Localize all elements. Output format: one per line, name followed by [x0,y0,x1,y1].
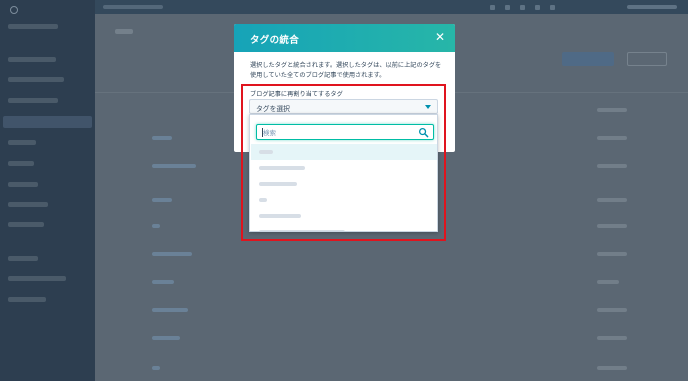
sidebar-item [8,256,38,261]
table-cell [152,136,172,140]
table-cell [597,280,619,284]
table-cell [597,224,627,228]
sidebar-item [8,182,38,187]
sidebar-item [8,77,64,82]
top-bar [95,0,688,14]
table-cell [152,280,174,284]
nav-icon [490,5,495,10]
sidebar-item [8,297,46,302]
account-menu [627,5,677,9]
table-cell [597,164,627,168]
table-cell [597,366,627,370]
app-logo-icon [10,6,18,14]
table-cell [152,252,192,256]
table-cell [597,198,627,202]
create-button [562,52,614,66]
sidebar-item [8,222,44,227]
modal-header: タグの統合 ✕ [234,24,455,52]
page-title [115,29,133,34]
table-cell [597,308,627,312]
nav-icon [520,5,525,10]
sidebar-item [8,202,48,207]
table-cell [597,108,627,112]
sidebar-item [8,140,36,145]
sidebar-item [8,24,58,29]
sidebar-item [8,57,56,62]
sidebar [0,0,95,381]
modal-title: タグの統合 [250,35,300,46]
table-cell [152,198,172,202]
nav-icon [505,5,510,10]
table-cell [152,308,188,312]
modal-description: 選択したタグと統合されます。選択したタグは、以前に上記のタグを使用していた全ての… [250,62,442,79]
nav-icon [535,5,540,10]
sidebar-item-active [3,116,92,128]
table-cell [152,366,160,370]
table-cell [597,136,627,140]
highlight-box [241,84,446,241]
table-cell [152,224,160,228]
sidebar-item [8,161,34,166]
table-cell [597,336,627,340]
nav-icon [550,5,555,10]
sidebar-item [8,98,58,103]
table-cell [152,164,196,168]
table-cell [597,252,627,256]
close-icon[interactable]: ✕ [433,30,447,44]
sidebar-item [8,276,66,281]
secondary-button [627,52,667,66]
breadcrumb [103,5,163,9]
table-cell [152,336,180,340]
